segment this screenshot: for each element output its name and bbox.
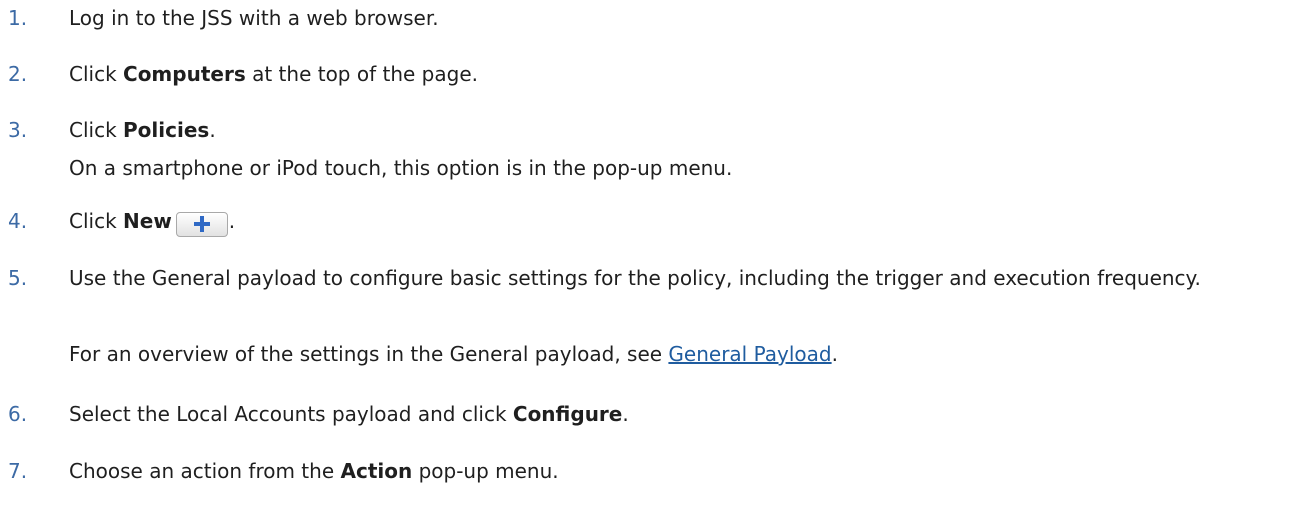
- step-text-suffix: .: [209, 118, 216, 142]
- step-text-prefix: Choose an action from the: [69, 459, 341, 483]
- step-text: Use the General payload to configure bas…: [69, 266, 1201, 290]
- step-number: 1.: [8, 6, 28, 30]
- step-text: Click Policies.: [69, 114, 216, 146]
- step-text-prefix: Select the Local Accounts payload and cl…: [69, 402, 513, 426]
- new-label: New: [123, 209, 172, 233]
- step-note: On a smartphone or iPod touch, this opti…: [69, 156, 733, 180]
- step-text: Choose an action from the Action pop-up …: [69, 455, 559, 487]
- step-text-suffix: at the top of the page.: [245, 62, 478, 86]
- instruction-document: 1. Log in to the JSS with a web browser.…: [0, 0, 1316, 509]
- configure-label: Configure: [512, 402, 623, 426]
- step-text: Click Computers at the top of the page.: [69, 58, 478, 90]
- general-payload-link[interactable]: General Payload: [668, 342, 831, 366]
- step-number: 5.: [8, 266, 28, 290]
- step-text-suffix: .: [228, 209, 236, 233]
- step-text: Click New.: [69, 205, 235, 237]
- step-text-prefix: Click: [69, 62, 124, 86]
- step-text-suffix: .: [622, 402, 629, 426]
- step-note: For an overview of the settings in the G…: [69, 338, 838, 370]
- computers-label: Computers: [123, 62, 246, 86]
- step-note-prefix: For an overview of the settings in the G…: [69, 342, 669, 366]
- action-label: Action: [340, 459, 413, 483]
- policies-label: Policies: [123, 118, 210, 142]
- plus-icon: [193, 215, 211, 233]
- step-number: 4.: [8, 209, 28, 233]
- step-number: 2.: [8, 62, 28, 86]
- step-number: 6.: [8, 402, 28, 426]
- step-text-prefix: Click: [69, 118, 124, 142]
- step-text: Log in to the JSS with a web browser.: [69, 6, 439, 30]
- step-number: 3.: [8, 118, 28, 142]
- step-text-prefix: Click: [69, 209, 124, 233]
- step-text-suffix: pop-up menu.: [412, 459, 559, 483]
- step-number: 7.: [8, 459, 28, 483]
- step-text: Select the Local Accounts payload and cl…: [69, 398, 629, 430]
- new-plus-button[interactable]: [175, 211, 228, 237]
- step-note-suffix: .: [831, 342, 838, 366]
